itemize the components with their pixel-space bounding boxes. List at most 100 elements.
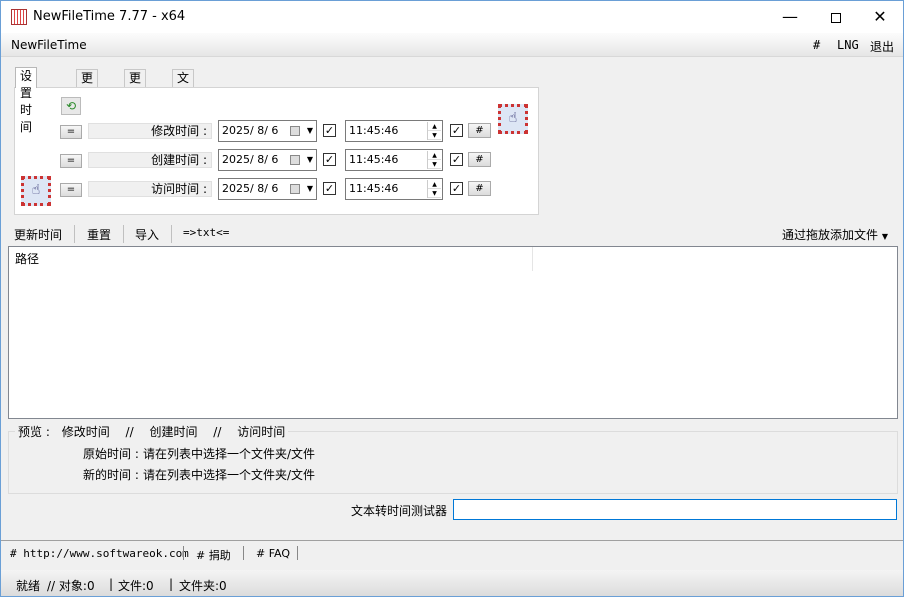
preview-option-modified[interactable]: 修改时间: [62, 425, 110, 439]
preview-option-accessed[interactable]: 访问时间: [237, 425, 285, 439]
menu-bar: NewFileTime # LNG 退出: [1, 33, 903, 57]
modified-time-spinner[interactable]: ▲ ▼: [427, 122, 441, 140]
menu-hash[interactable]: #: [813, 38, 820, 52]
accessed-time-value: 11:45:46: [349, 182, 399, 195]
spin-down-icon[interactable]: ▼: [428, 160, 441, 169]
accessed-hash-button[interactable]: #: [468, 181, 491, 196]
modified-date-picker[interactable]: 2025/ 8/ 6 ▼: [218, 120, 317, 142]
calendar-icon: [290, 126, 300, 136]
toolbar-divider: [171, 225, 172, 243]
modified-date-checkbox[interactable]: ✓: [323, 124, 336, 137]
created-time-spinner[interactable]: ▲ ▼: [427, 151, 441, 169]
spin-up-icon[interactable]: ▲: [428, 180, 441, 189]
preview-separator: //: [213, 425, 222, 439]
menu-language[interactable]: LNG: [837, 38, 859, 52]
modified-equal-button[interactable]: =: [60, 125, 82, 139]
update-time-button[interactable]: 更新时间: [14, 226, 62, 243]
accessed-equal-button[interactable]: =: [60, 183, 82, 197]
set-time-panel: ⟲ = 修改时间 : 2025/ 8/ 6 ▼ ✓ 11:45:46 ▲ ▼ ✓ …: [14, 87, 539, 215]
created-time-input[interactable]: 11:45:46 ▲ ▼: [345, 149, 443, 171]
toolbar-divider: [74, 225, 75, 243]
preview-header: 预览 : 修改时间 // 创建时间 // 访问时间: [15, 423, 289, 440]
apply-time-icon[interactable]: ☝: [21, 176, 51, 206]
status-divider: |: [109, 577, 114, 591]
donate-link[interactable]: # 捐助: [196, 547, 231, 563]
original-time-label: 原始时间 :: [83, 447, 139, 461]
modified-time-value: 11:45:46: [349, 124, 399, 137]
accessed-date-checkbox[interactable]: ✓: [323, 182, 336, 195]
app-window: NewFileTime 7.77 - x64 — ✕ NewFileTime #…: [0, 0, 904, 597]
reset-time-icon[interactable]: ⟲: [61, 97, 81, 115]
export-txt-button[interactable]: =>txt<=: [183, 226, 229, 239]
modified-time-checkbox[interactable]: ✓: [450, 124, 463, 137]
accessed-time-label: 访问时间 :: [88, 181, 212, 197]
created-hash-button[interactable]: #: [468, 152, 491, 167]
created-time-value: 11:45:46: [349, 153, 399, 166]
status-bar: 就绪 // 对象:0 | 文件:0 | 文件夹:0: [1, 570, 903, 596]
toolbar-divider: [123, 225, 124, 243]
tab-earlier[interactable]: 更早些: [76, 69, 99, 119]
chevron-down-icon: ▼: [306, 155, 313, 164]
calendar-icon: [290, 184, 300, 194]
copy-time-icon[interactable]: ☝: [498, 104, 528, 134]
status-objects: // 对象:0: [47, 579, 95, 593]
spin-up-icon[interactable]: ▲: [428, 122, 441, 131]
text-to-time-input[interactable]: [453, 499, 897, 520]
created-time-label: 创建时间 :: [88, 152, 212, 168]
tab-filename-to-time[interactable]: 文件名转时间: [172, 69, 195, 170]
drag-add-files-button[interactable]: 通过拖放添加文件 ▼: [782, 226, 888, 243]
app-icon: [11, 9, 27, 25]
app-label: NewFileTime: [11, 38, 87, 52]
created-date-checkbox[interactable]: ✓: [323, 153, 336, 166]
menu-exit[interactable]: 退出: [870, 38, 894, 55]
spin-down-icon[interactable]: ▼: [428, 189, 441, 198]
status-folders: 文件夹:0: [179, 579, 227, 593]
maximize-icon: [831, 12, 841, 23]
tab-set-time[interactable]: 设置时间: [15, 67, 38, 134]
faq-link[interactable]: # FAQ: [256, 547, 290, 560]
accessed-date-value: 2025/ 8/ 6: [222, 182, 279, 195]
minimize-button[interactable]: —: [767, 1, 813, 33]
new-time-label: 新的时间 :: [83, 468, 139, 482]
title-bar: NewFileTime 7.77 - x64 — ✕: [1, 1, 903, 33]
new-time-value: 请在列表中选择一个文件夹/文件: [143, 468, 316, 482]
chevron-down-icon: ▼: [881, 232, 888, 241]
column-header-path[interactable]: 路径: [9, 247, 533, 271]
modified-time-label: 修改时间 :: [88, 123, 212, 139]
reset-button[interactable]: 重置: [87, 226, 111, 243]
links-divider: [243, 546, 244, 560]
accessed-time-spinner[interactable]: ▲ ▼: [427, 180, 441, 198]
drag-add-files-label: 通过拖放添加文件: [782, 228, 879, 242]
file-list[interactable]: 路径: [8, 246, 898, 419]
tab-later[interactable]: 更晚些: [124, 69, 147, 119]
chevron-down-icon: ▼: [306, 126, 313, 135]
created-time-checkbox[interactable]: ✓: [450, 153, 463, 166]
preview-separator: //: [125, 425, 134, 439]
modified-hash-button[interactable]: #: [468, 123, 491, 138]
links-bar: # http://www.softwareok.com # 捐助 # FAQ: [1, 540, 903, 566]
status-ready: 就绪: [16, 579, 41, 593]
modified-date-value: 2025/ 8/ 6: [222, 124, 279, 137]
created-equal-button[interactable]: =: [60, 154, 82, 168]
created-date-picker[interactable]: 2025/ 8/ 6 ▼: [218, 149, 317, 171]
modified-time-input[interactable]: 11:45:46 ▲ ▼: [345, 120, 443, 142]
status-files: 文件:0: [118, 579, 154, 593]
original-time-value: 请在列表中选择一个文件夹/文件: [143, 447, 316, 461]
status-divider: |: [169, 577, 174, 591]
spin-down-icon[interactable]: ▼: [428, 131, 441, 140]
import-button[interactable]: 导入: [135, 226, 159, 243]
preview-option-created[interactable]: 创建时间: [149, 425, 197, 439]
chevron-down-icon: ▼: [306, 184, 313, 193]
accessed-time-input[interactable]: 11:45:46 ▲ ▼: [345, 178, 443, 200]
accessed-date-picker[interactable]: 2025/ 8/ 6 ▼: [218, 178, 317, 200]
website-link[interactable]: # http://www.softwareok.com: [10, 547, 189, 560]
toolbar: 更新时间 重置 导入 =>txt<= 通过拖放添加文件 ▼: [1, 223, 903, 245]
accessed-time-checkbox[interactable]: ✓: [450, 182, 463, 195]
calendar-icon: [290, 155, 300, 165]
links-divider: [183, 546, 184, 560]
maximize-button[interactable]: [813, 1, 859, 33]
close-button[interactable]: ✕: [857, 1, 903, 33]
preview-group: 预览 : 修改时间 // 创建时间 // 访问时间 原始时间 : 请在列表中选择…: [8, 423, 898, 494]
created-date-value: 2025/ 8/ 6: [222, 153, 279, 166]
spin-up-icon[interactable]: ▲: [428, 151, 441, 160]
